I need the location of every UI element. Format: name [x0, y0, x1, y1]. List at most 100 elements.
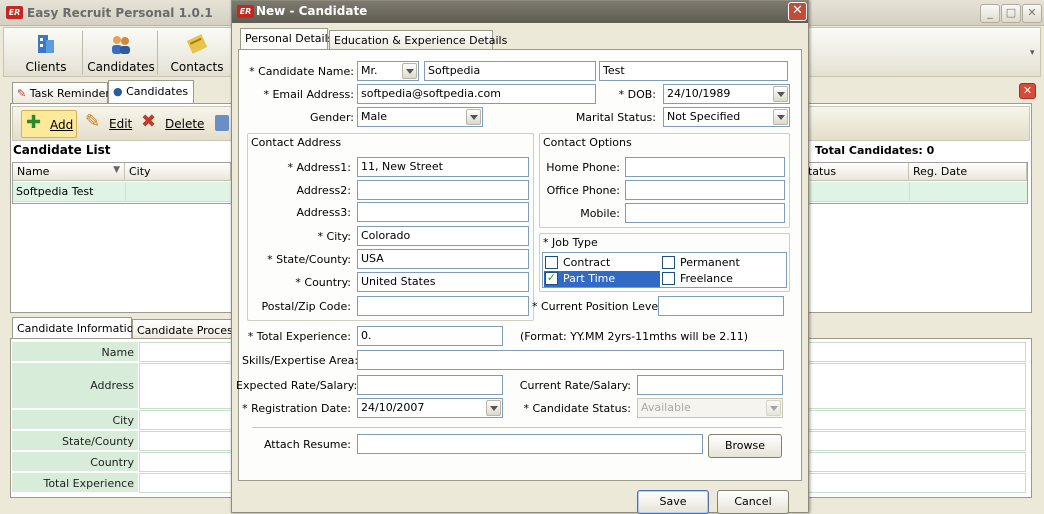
job-type-title: * Job Type — [541, 236, 600, 249]
mobile-input[interactable] — [625, 203, 785, 223]
chevron-down-icon — [466, 109, 481, 125]
office-phone-input[interactable] — [625, 180, 785, 200]
contract-checkbox[interactable] — [545, 256, 558, 269]
column-header-city[interactable]: City — [125, 163, 231, 181]
chevron-down-icon — [486, 400, 501, 416]
office-phone-label: Office Phone: — [546, 184, 620, 197]
job-type-contract[interactable]: Contract — [545, 255, 655, 271]
mobile-label: Mobile: — [580, 207, 620, 220]
dialog-title: New - Candidate — [256, 4, 368, 18]
dob-select[interactable]: 24/10/1989 — [663, 84, 790, 104]
city-input[interactable]: Colorado — [357, 226, 529, 246]
info-label-address: Address — [12, 363, 138, 409]
address1-input[interactable]: 11, New Street — [357, 157, 529, 177]
candidate-status-select[interactable]: Available — [637, 398, 783, 418]
info-label-name: Name — [12, 342, 138, 362]
permanent-checkbox[interactable] — [662, 256, 675, 269]
add-button[interactable]: ✚ Add — [21, 110, 77, 138]
app-icon: ER — [6, 6, 23, 19]
address1-label: * Address1: — [287, 161, 351, 174]
delete-button[interactable]: ✖ Delete — [137, 110, 205, 138]
total-candidates: Total Candidates: 0 — [815, 144, 935, 157]
attach-resume-input[interactable] — [357, 434, 703, 454]
toolbar-separator — [82, 31, 83, 75]
home-phone-input[interactable] — [625, 157, 785, 177]
candidates-icon — [112, 36, 130, 54]
column-header-name[interactable]: Name ▼ — [13, 163, 125, 181]
salutation-select[interactable]: Mr. — [357, 61, 419, 81]
country-input[interactable]: United States — [357, 272, 529, 292]
save-button[interactable]: Save — [637, 490, 709, 514]
skills-label: Skills/Expertise Area: — [242, 354, 359, 367]
cancel-button[interactable]: Cancel — [717, 490, 789, 514]
toolbar-separator — [157, 31, 158, 75]
print-icon[interactable] — [215, 115, 229, 131]
tab-personal-details[interactable]: Personal Details — [240, 28, 333, 50]
sort-icon: ▼ — [113, 165, 120, 175]
skills-input[interactable] — [357, 350, 784, 370]
total-experience-input[interactable]: 0. — [357, 326, 503, 346]
position-level-input[interactable] — [658, 296, 784, 316]
registration-date-select[interactable]: 24/10/2007 — [357, 398, 503, 418]
tab-candidate-information[interactable]: Candidate Information — [12, 317, 140, 339]
minimize-icon[interactable]: _ — [980, 4, 1000, 23]
freelance-checkbox[interactable] — [662, 272, 675, 285]
dob-label: * DOB: — [618, 88, 656, 101]
postal-input[interactable] — [357, 296, 529, 316]
job-type-part-time[interactable]: ✓ Part Time — [544, 271, 660, 287]
dialog-title-bar: ER New - Candidate ✕ — [232, 1, 808, 23]
column-header-reg-date[interactable]: Reg. Date — [909, 163, 1027, 181]
city-label: * City: — [317, 230, 351, 243]
expected-rate-input[interactable] — [357, 375, 503, 395]
toolbar-candidates-button[interactable]: Candidates — [85, 28, 157, 78]
clients-icon — [38, 35, 54, 53]
dialog-close-icon[interactable]: ✕ — [788, 2, 807, 21]
last-name-input[interactable]: Test — [599, 61, 788, 81]
edit-button[interactable]: ✎ Edit — [81, 110, 133, 138]
browse-button[interactable]: Browse — [708, 434, 782, 458]
candidate-status-label: * Candidate Status: — [523, 402, 632, 415]
postal-label: Postal/Zip Code: — [261, 300, 351, 313]
job-type-permanent[interactable]: Permanent — [662, 255, 782, 271]
current-rate-input[interactable] — [637, 375, 783, 395]
state-label: * State/County: — [267, 253, 351, 266]
registration-date-label: * Registration Date: — [242, 402, 351, 415]
gender-label: Gender: — [309, 111, 354, 124]
attach-resume-label: Attach Resume: — [263, 438, 351, 451]
chevron-down-icon — [766, 400, 781, 416]
close-tab-icon[interactable]: ✕ — [1019, 83, 1036, 99]
chevron-down-icon — [773, 86, 788, 102]
marital-status-label: Marital Status: — [575, 111, 656, 124]
dialog-app-icon: ER — [237, 5, 254, 18]
part-time-checkbox[interactable]: ✓ — [545, 272, 558, 285]
tab-candidates[interactable]: ● Candidates — [108, 80, 194, 104]
tab-education-experience[interactable]: Education & Experience Details — [329, 30, 507, 50]
toolbar-clients-button[interactable]: Clients — [8, 28, 84, 78]
tab-task-reminder[interactable]: ✎ Task Reminder — [12, 82, 110, 104]
close-icon[interactable]: ✕ — [1022, 4, 1042, 23]
contact-address-title: Contact Address — [249, 136, 344, 149]
column-header-status[interactable]: Status — [801, 163, 909, 181]
address2-label: Address2: — [296, 184, 351, 197]
toolbar-overflow-icon[interactable]: ▾ — [1030, 48, 1035, 58]
candidate-name-label: * Candidate Name: — [249, 65, 354, 78]
first-name-input[interactable]: Softpedia — [424, 61, 596, 81]
gender-select[interactable]: Male — [357, 107, 483, 127]
country-label: * Country: — [295, 276, 351, 289]
info-label-state: State/County — [12, 431, 138, 451]
home-phone-label: Home Phone: — [546, 161, 620, 174]
delete-icon: ✖ — [141, 111, 157, 132]
toolbar-contacts-button[interactable]: Contacts — [160, 28, 234, 78]
candidates-tab-icon: ● — [113, 85, 123, 98]
email-field[interactable]: softpedia@softpedia.com — [357, 84, 596, 104]
tab-candidate-process[interactable]: Candidate Process D — [132, 319, 232, 339]
address3-input[interactable] — [357, 202, 529, 222]
contact-options-title: Contact Options — [541, 136, 634, 149]
state-input[interactable]: USA — [357, 249, 529, 269]
address2-input[interactable] — [357, 180, 529, 200]
main-window-title: Easy Recruit Personal 1.0.1 — [27, 6, 213, 20]
total-experience-hint: (Format: YY.MM 2yrs-11mths will be 2.11) — [520, 330, 749, 343]
marital-status-select[interactable]: Not Specified — [663, 107, 790, 127]
job-type-freelance[interactable]: Freelance — [662, 272, 782, 288]
maximize-icon[interactable]: □ — [1001, 4, 1021, 23]
